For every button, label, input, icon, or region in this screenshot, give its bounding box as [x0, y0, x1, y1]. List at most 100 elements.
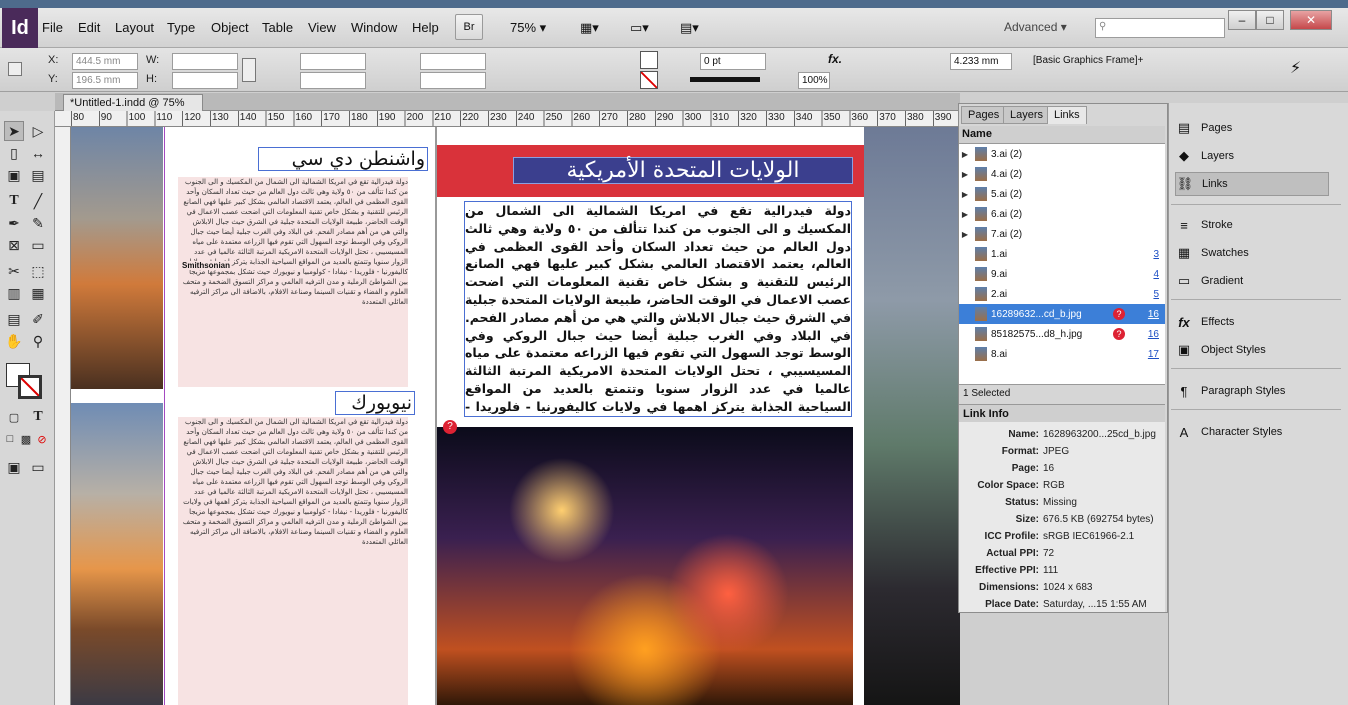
tab-links[interactable]: Links: [1047, 106, 1087, 124]
effects-icon[interactable]: fx.: [828, 52, 842, 66]
menu-view[interactable]: View: [308, 20, 336, 35]
dock-pages[interactable]: ▤ Pages: [1175, 116, 1335, 140]
link-page[interactable]: 16: [1143, 309, 1165, 320]
link-row[interactable]: ▶ 5.ai (2): [959, 184, 1165, 204]
type-tool-icon[interactable]: T: [4, 191, 24, 211]
expand-arrow-icon[interactable]: ▶: [959, 150, 971, 159]
free-transform-tool-icon[interactable]: ⬚: [28, 261, 48, 281]
link-page[interactable]: 17: [1143, 349, 1165, 360]
dc-text-frame[interactable]: دولة فيدرالية تقع في امريكا الشمالية الى…: [178, 177, 408, 387]
eyedropper-tool-icon[interactable]: ✐: [28, 309, 48, 329]
content-collector-icon[interactable]: ▣: [4, 165, 24, 185]
screen-mode-icon[interactable]: ▭▾: [630, 20, 649, 36]
x-field[interactable]: 444.5 mm: [72, 53, 138, 70]
dock-gradient[interactable]: ▭ Gradient: [1175, 269, 1335, 293]
dock-character-styles[interactable]: A Character Styles: [1175, 420, 1335, 444]
zoom-tool-icon[interactable]: ⚲: [28, 331, 48, 351]
rectangle-frame-tool-icon[interactable]: ⊠: [4, 235, 24, 255]
link-info-header[interactable]: Link Info: [959, 404, 1165, 422]
stroke-weight-field[interactable]: 0 pt: [700, 53, 766, 70]
note-tool-icon[interactable]: ▤: [4, 309, 24, 329]
link-row[interactable]: 2.ai 5: [959, 284, 1165, 304]
arrange-documents-icon[interactable]: ▤▾: [680, 20, 699, 36]
rectangle-tool-icon[interactable]: ▭: [28, 235, 48, 255]
view-options-icon[interactable]: ▦▾: [580, 20, 599, 36]
tab-layers[interactable]: Layers: [1003, 106, 1051, 124]
menu-layout[interactable]: Layout: [115, 20, 154, 35]
menu-edit[interactable]: Edit: [78, 20, 100, 35]
menu-type[interactable]: Type: [167, 20, 195, 35]
link-row[interactable]: ▶ 6.ai (2): [959, 204, 1165, 224]
dc-heading-frame[interactable]: واشنطن دي سي: [258, 147, 428, 171]
dock-links[interactable]: ⛓ Links: [1175, 172, 1329, 196]
link-row[interactable]: 8.ai 17: [959, 344, 1165, 364]
search-input[interactable]: ⚲: [1095, 18, 1225, 38]
expand-arrow-icon[interactable]: ▶: [959, 230, 971, 239]
menu-file[interactable]: File: [42, 20, 63, 35]
gradient-swatch-tool-icon[interactable]: ▥: [4, 283, 24, 303]
dock-stroke[interactable]: ≡ Stroke: [1175, 213, 1335, 237]
height-field[interactable]: [172, 72, 238, 89]
tab-pages[interactable]: Pages: [961, 106, 1007, 124]
missing-link-icon[interactable]: ?: [443, 420, 457, 434]
link-page[interactable]: 5: [1143, 289, 1165, 300]
page-tool-icon[interactable]: ▯: [4, 143, 24, 163]
link-row[interactable]: ▶ 4.ai (2): [959, 164, 1165, 184]
link-page[interactable]: 16: [1143, 329, 1165, 340]
y-field[interactable]: 196.5 mm: [72, 72, 138, 89]
dock-effects[interactable]: fx Effects: [1175, 310, 1335, 334]
dimension-field[interactable]: 4.233 mm: [950, 53, 1012, 70]
link-row[interactable]: 9.ai 4: [959, 264, 1165, 284]
gap-tool-icon[interactable]: ↔: [28, 143, 48, 163]
zoom-level[interactable]: 75% ▾: [510, 20, 546, 36]
dock-object-styles[interactable]: ▣ Object Styles: [1175, 338, 1335, 362]
scale-y-field[interactable]: [300, 72, 366, 89]
object-style-select[interactable]: [Basic Graphics Frame]+: [1030, 53, 1166, 70]
dock-swatches[interactable]: ▦ Swatches: [1175, 241, 1335, 265]
times-square-photo[interactable]: [437, 427, 853, 705]
link-row[interactable]: ▶ 7.ai (2): [959, 224, 1165, 244]
link-row[interactable]: ▶ 3.ai (2): [959, 144, 1165, 164]
fill-swatch[interactable]: [640, 51, 658, 69]
lightning-icon[interactable]: ⚡: [1290, 58, 1301, 78]
banner-title-frame[interactable]: الولايات المتحدة الأمريكية: [513, 157, 853, 184]
link-row[interactable]: 16289632...cd_b.jpg? 16: [959, 304, 1165, 324]
opacity-field[interactable]: 100%: [798, 72, 830, 89]
scale-x-field[interactable]: [300, 53, 366, 70]
menu-table[interactable]: Table: [262, 20, 293, 35]
menu-help[interactable]: Help: [412, 20, 439, 35]
link-row[interactable]: 1.ai 3: [959, 244, 1165, 264]
expand-arrow-icon[interactable]: ▶: [959, 190, 971, 199]
apply-none-icon[interactable]: ⊘: [32, 429, 52, 449]
skyline-photo[interactable]: [71, 403, 163, 705]
width-field[interactable]: [172, 53, 238, 70]
expand-arrow-icon[interactable]: ▶: [959, 170, 971, 179]
reference-point-icon[interactable]: [8, 62, 22, 76]
dock-layers[interactable]: ◆ Layers: [1175, 144, 1335, 168]
shear-field[interactable]: [420, 72, 486, 89]
dock-paragraph-styles[interactable]: ¶ Paragraph Styles: [1175, 379, 1335, 403]
line-tool-icon[interactable]: ╱: [28, 191, 48, 211]
constrain-proportions-icon[interactable]: [242, 58, 256, 82]
maximize-button[interactable]: □: [1256, 10, 1284, 30]
hand-tool-icon[interactable]: ✋: [4, 331, 24, 351]
stroke-swatch[interactable]: [640, 71, 658, 89]
scissors-tool-icon[interactable]: ✂: [4, 261, 24, 281]
minimize-button[interactable]: –: [1228, 10, 1256, 30]
selection-tool-icon[interactable]: ➤: [4, 121, 24, 141]
expand-arrow-icon[interactable]: ▶: [959, 210, 971, 219]
body-text-frame[interactable]: دولة فيدرالية تقع في امريكا الشمالية الى…: [464, 201, 852, 417]
statue-of-liberty-photo[interactable]: [864, 127, 960, 705]
direct-selection-tool-icon[interactable]: ▷: [28, 121, 48, 141]
close-button[interactable]: ✕: [1290, 10, 1332, 30]
formatting-text-icon[interactable]: T: [28, 407, 48, 427]
ny-heading-frame[interactable]: نيويورك: [335, 391, 415, 415]
stroke-color-swatch[interactable]: [18, 375, 42, 399]
menu-object[interactable]: Object: [211, 20, 249, 35]
gradient-feather-tool-icon[interactable]: ▦: [28, 283, 48, 303]
document-tab[interactable]: *Untitled-1.indd @ 75% ✕: [63, 94, 203, 122]
name-column-header[interactable]: Name: [962, 128, 992, 140]
screen-mode-preview-icon[interactable]: ▭: [28, 457, 48, 477]
document-canvas[interactable]: واشنطن دي سي دولة فيدرالية تقع في امريكا…: [71, 127, 960, 705]
bridge-button[interactable]: Br: [455, 14, 483, 40]
